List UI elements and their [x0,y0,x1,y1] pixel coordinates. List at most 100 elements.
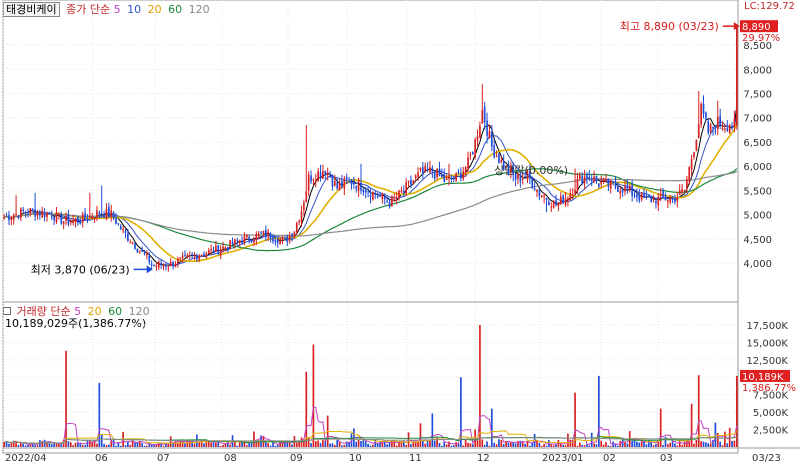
candle-body [659,193,662,196]
candle-body [281,237,284,240]
candle-body [552,200,555,208]
candle-body [15,213,17,216]
volume-bar [198,442,201,447]
volume-bar [643,441,645,447]
candle-body [165,265,167,267]
candle-body [100,213,103,215]
candle-body [17,215,20,218]
candle-body [196,254,198,260]
high-annotation: 최고 8,890 (03/23) [620,20,719,33]
candle-body [452,178,455,180]
current-volume-change-tag: 1,386.77% [742,383,796,394]
volume-bar [524,443,526,447]
candle-body [8,215,10,220]
candle-body [362,189,365,193]
volume-bar [507,442,510,447]
volume-bar [65,350,67,447]
candle-body [388,201,391,207]
candle-body [72,220,75,224]
volume-bar [312,344,315,447]
candle-body [60,214,63,224]
candle-body [479,125,481,138]
volume-bar [376,443,379,447]
candle-body [205,253,208,258]
candle-body [295,222,298,232]
candle-body [569,193,572,201]
volume-bar [700,441,702,447]
volume-bar [364,441,367,447]
volume-bar [146,445,148,447]
price-tick-label: 5,500 [743,186,772,197]
volume-bar [731,440,733,447]
candle-body [683,190,686,192]
volume-bar [124,445,127,447]
candle-body [676,197,679,202]
volume-bar [205,441,208,447]
candle-body [331,174,334,187]
candle-body [562,195,565,204]
candle-body [469,154,472,156]
candle-body [424,166,427,172]
candle-body [540,195,543,198]
candle-body [583,176,586,184]
candle-body [490,132,493,147]
volume-bar [274,445,277,447]
candle-body [29,207,32,213]
candle-body [219,249,222,256]
candle-body [605,179,607,181]
volume-bar [314,441,317,447]
candle-body [131,242,134,244]
volume-bar [405,445,408,447]
volume-bar [609,445,612,447]
volume-bar [536,440,538,447]
volume-bar [88,439,91,447]
volume-bar [50,444,53,447]
candle-body [486,120,488,136]
candle-body [391,196,393,207]
volume-bar [74,442,77,447]
candle-body [357,179,360,191]
candle-body [24,212,27,214]
candle-body [105,209,108,219]
chart-canvas[interactable]: 4,000 4,500 5,000 5,500 6,000 6,500 7,000 7,500… [0,0,800,469]
candle-body [645,195,648,197]
candle-body [460,173,462,179]
candle-body [84,213,86,219]
candle-body [548,201,550,206]
candle-body [498,154,500,163]
volume-bar [236,445,239,447]
candle-body [212,250,215,253]
candle-body [381,193,384,200]
candle-body [88,215,91,219]
volume-bar [559,443,562,447]
volume-bar [336,440,339,447]
x-tick-label: 08 [224,453,237,464]
candle-body [728,124,731,134]
volume-bar [552,445,555,447]
price-tick-label: 7,500 [743,90,772,101]
volume-bar [119,445,122,447]
candle-body [200,255,203,257]
candle-body [686,179,688,189]
candle-body [626,184,629,190]
candle-body [10,217,13,220]
x-tick-label: 11 [409,453,422,464]
candle-body [48,213,51,215]
candle-body [253,240,255,243]
candle-body [241,241,243,244]
candle-body [355,186,358,189]
candle-body [138,251,141,253]
volume-bar [48,443,51,447]
candle-body [353,182,355,185]
volume-bar [295,442,298,447]
candle-body [567,198,569,201]
volume-tick-label: 2,500K [753,426,789,437]
volume-bar [98,382,101,447]
current-change-tag: 29.97% [742,33,780,44]
candle-body [243,236,246,243]
candle-body [735,26,738,126]
volume-bar [383,441,386,447]
volume-bar [669,442,672,447]
candle-body [222,246,224,249]
volume-bar [127,442,129,447]
